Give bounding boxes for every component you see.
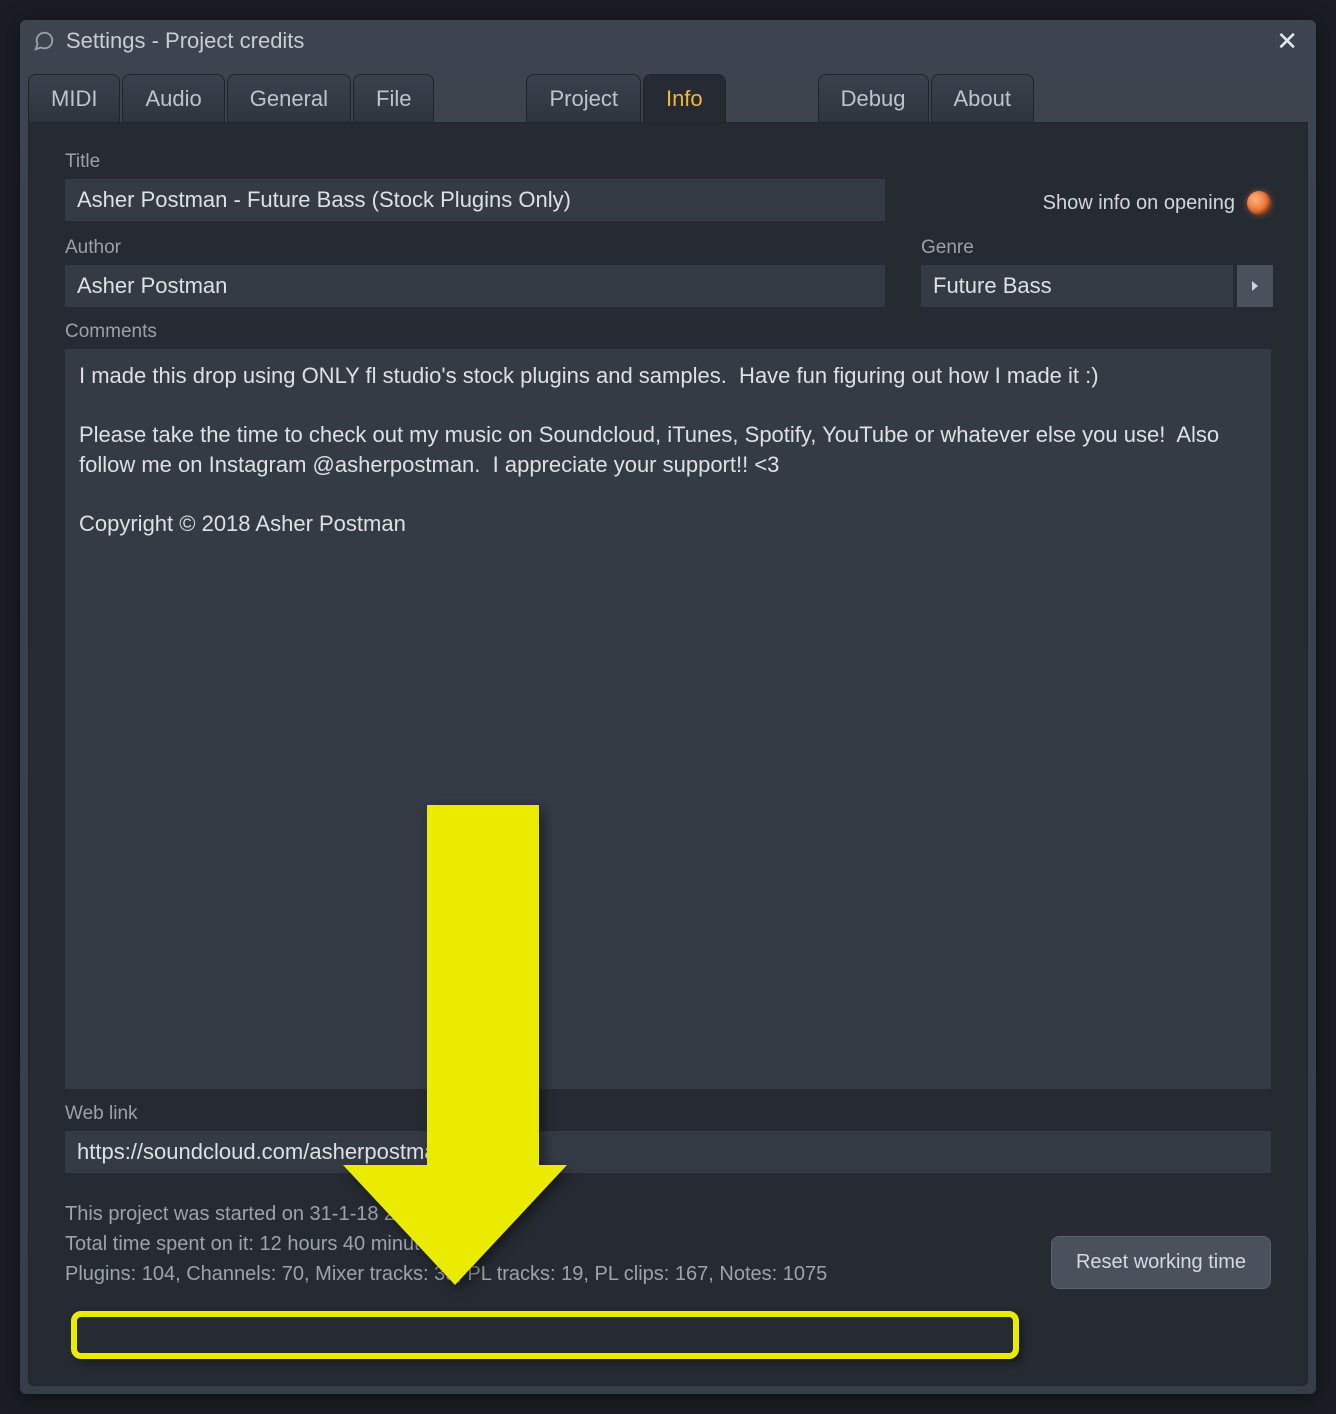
tab-debug[interactable]: Debug	[818, 74, 929, 122]
comment-icon	[32, 29, 56, 53]
tab-info[interactable]: Info	[643, 74, 726, 122]
genre-dropdown-button[interactable]	[1237, 265, 1273, 307]
author-label: Author	[65, 237, 885, 259]
show-info-toggle[interactable]	[1247, 191, 1271, 215]
window-title: Settings - Project credits	[66, 28, 1270, 54]
titlebar: Settings - Project credits ✕	[20, 20, 1316, 62]
tab-audio[interactable]: Audio	[122, 74, 224, 122]
tab-general[interactable]: General	[227, 74, 351, 122]
tab-midi[interactable]: MIDI	[28, 74, 120, 122]
title-input[interactable]	[65, 179, 885, 221]
annotation-highlight-box	[71, 1311, 1019, 1359]
genre-input[interactable]	[921, 265, 1233, 307]
stats-line: Plugins: 104, Channels: 70, Mixer tracks…	[65, 1259, 827, 1289]
content-panel: Title Show info on opening Author Genre	[28, 122, 1308, 1386]
show-info-label: Show info on opening	[1043, 192, 1235, 215]
weblink-input[interactable]	[65, 1131, 1271, 1173]
genre-label: Genre	[921, 237, 1273, 259]
project-stats-text: This project was started on 31-1-18 21:1…	[65, 1199, 827, 1289]
time-line: Total time spent on it: 12 hours 40 minu…	[65, 1229, 827, 1259]
comments-textarea[interactable]	[65, 349, 1271, 1089]
reset-working-time-button[interactable]: Reset working time	[1051, 1236, 1271, 1289]
settings-window: Settings - Project credits ✕ MIDI Audio …	[20, 20, 1316, 1394]
title-label: Title	[65, 151, 885, 173]
tab-about[interactable]: About	[931, 74, 1035, 122]
tab-project[interactable]: Project	[526, 74, 640, 122]
tab-bar: MIDI Audio General File Project Info Deb…	[20, 62, 1316, 122]
tab-file[interactable]: File	[353, 74, 434, 122]
author-input[interactable]	[65, 265, 885, 307]
weblink-label: Web link	[65, 1103, 1271, 1125]
close-icon[interactable]: ✕	[1270, 28, 1304, 54]
comments-label: Comments	[65, 321, 1271, 343]
started-line: This project was started on 31-1-18 21:1…	[65, 1199, 827, 1229]
